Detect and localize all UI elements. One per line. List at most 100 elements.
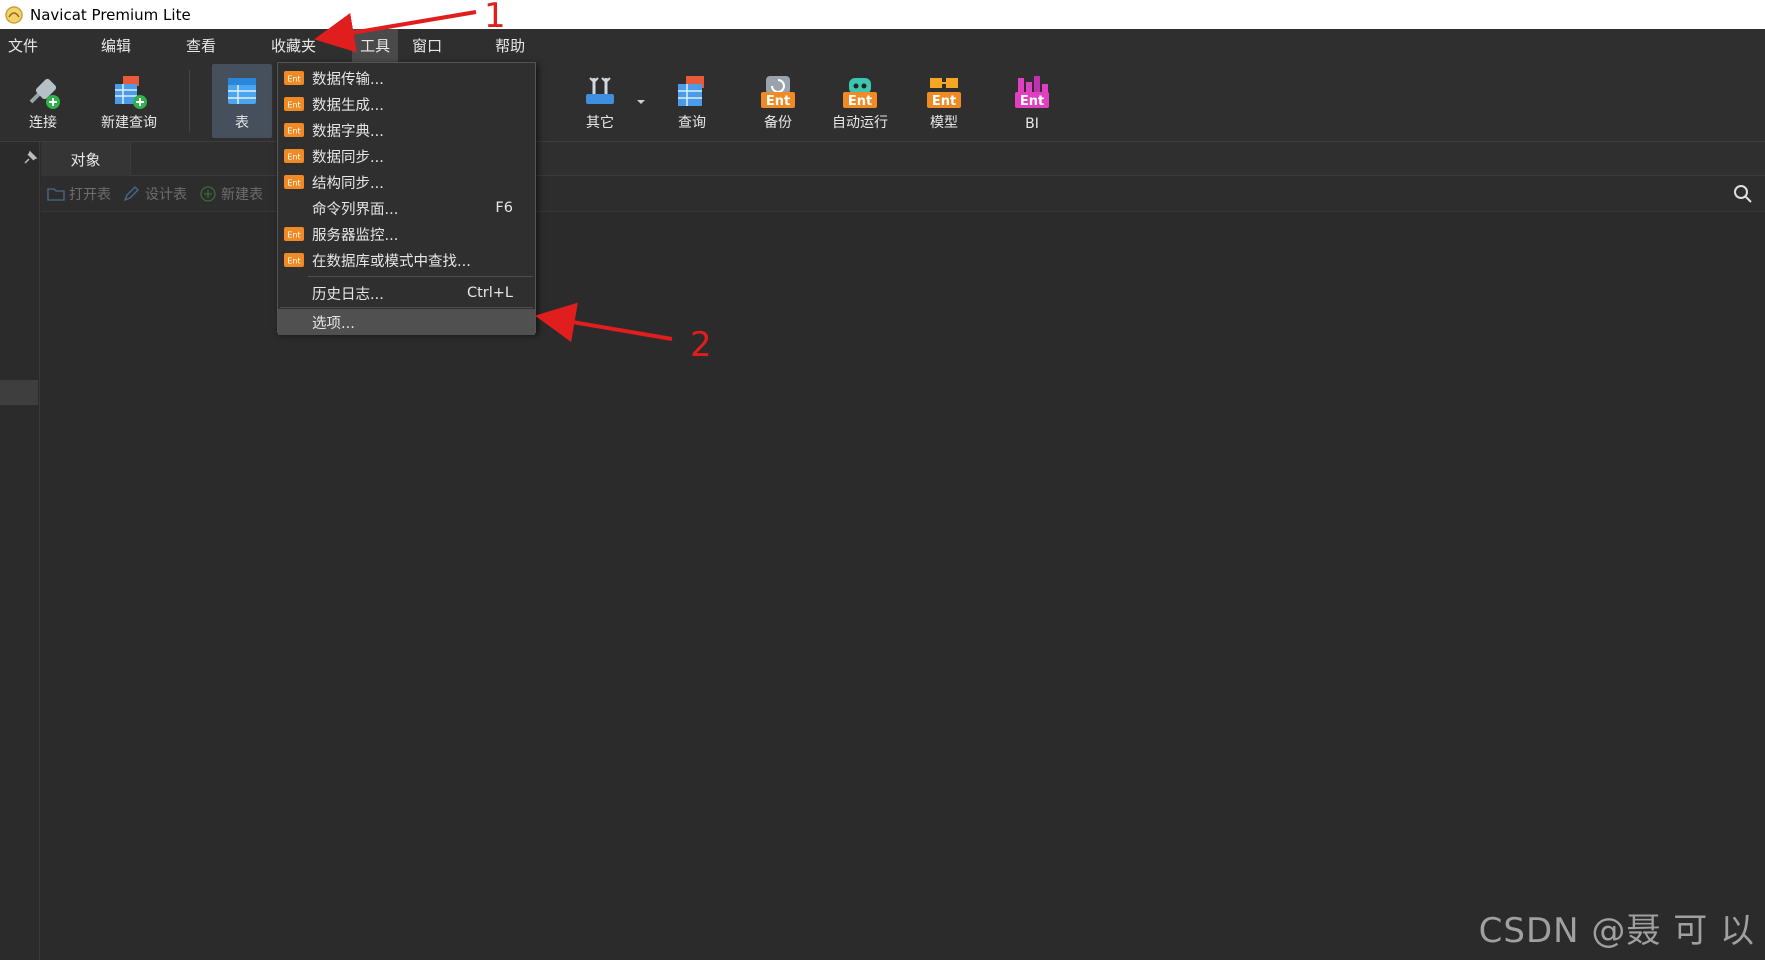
- menu-item-label: 数据传输...: [312, 71, 384, 88]
- new-table-label: 新建表: [221, 186, 263, 203]
- model-icon: Ent: [927, 78, 961, 109]
- ent-badge-icon: Ent: [284, 71, 304, 85]
- ent-badge-text: Ent: [1020, 94, 1044, 109]
- connect-label: 连接: [29, 115, 57, 131]
- annotation-step-1: 1: [484, 0, 506, 36]
- menu-tools[interactable]: 工具: [352, 29, 399, 62]
- design-table-button[interactable]: 设计表: [123, 184, 187, 204]
- ent-badge-icon: Ent: [284, 97, 304, 111]
- menu-item-data-dictionary[interactable]: Ent 数据字典...: [278, 117, 535, 143]
- menu-item-command-line[interactable]: 命令列界面... F6: [278, 195, 535, 221]
- ent-badge-text: Ent: [287, 127, 300, 136]
- design-table-label: 设计表: [145, 186, 187, 203]
- new-query-label: 新建查询: [101, 115, 157, 131]
- add-circle-icon: [200, 185, 216, 202]
- menu-item-data-sync[interactable]: Ent 数据同步...: [278, 143, 535, 169]
- other-button[interactable]: 其它: [572, 64, 628, 138]
- ent-badge-text: Ent: [848, 94, 872, 109]
- navicat-logo-icon: [5, 5, 23, 24]
- menu-item-label: 服务器监控...: [312, 227, 399, 244]
- menu-item-label: 历史日志...: [312, 286, 384, 303]
- table-label: 表: [235, 115, 249, 131]
- menu-item-structure-sync[interactable]: Ent 结构同步...: [278, 169, 535, 195]
- other-label: 其它: [586, 115, 614, 131]
- sidebar-collapsed-item[interactable]: [0, 380, 38, 405]
- table-button[interactable]: 表: [212, 64, 272, 138]
- table-icon: [228, 78, 256, 104]
- menu-item-label: 结构同步...: [312, 175, 384, 192]
- menu-item-find-in-database[interactable]: Ent 在数据库或模式中查找...: [278, 247, 535, 273]
- menu-item-shortcut: F6: [495, 200, 513, 216]
- menu-item-data-transfer[interactable]: Ent 数据传输...: [278, 65, 535, 91]
- ent-badge-icon: Ent: [284, 123, 304, 137]
- menu-favorites[interactable]: 收藏夹: [263, 29, 324, 62]
- folder-icon: [47, 187, 65, 201]
- query-button[interactable]: 查询: [666, 64, 718, 138]
- menu-item-server-monitor[interactable]: Ent 服务器监控...: [278, 221, 535, 247]
- annotation-step-2: 2: [690, 325, 712, 365]
- bi-chart-icon: Ent: [1015, 76, 1049, 109]
- menu-item-label: 命令列界面...: [312, 201, 399, 218]
- ent-badge-text: Ent: [287, 257, 300, 266]
- plug-icon: [29, 78, 60, 109]
- query-icon: [678, 76, 704, 106]
- open-table-label: 打开表: [69, 186, 111, 203]
- automation-label: 自动运行: [832, 115, 888, 131]
- window-title: Navicat Premium Lite: [30, 5, 191, 24]
- ent-badge-text: Ent: [287, 231, 300, 240]
- bi-button[interactable]: Ent BI: [1006, 64, 1058, 138]
- backup-button[interactable]: Ent 备份: [750, 64, 806, 138]
- ent-badge-icon: Ent: [284, 227, 304, 241]
- new-query-button[interactable]: 新建查询: [94, 64, 164, 138]
- ent-badge-icon: Ent: [284, 149, 304, 163]
- wrench-icon: [586, 77, 614, 104]
- menu-item-label: 数据字典...: [312, 123, 384, 140]
- tab-objects[interactable]: 对象: [41, 142, 131, 176]
- automation-button[interactable]: Ent 自动运行: [826, 64, 894, 138]
- ent-badge-text: Ent: [287, 179, 300, 188]
- menu-item-label: 数据同步...: [312, 149, 384, 166]
- open-table-button[interactable]: 打开表: [47, 184, 111, 204]
- menu-item-options[interactable]: 选项...: [278, 309, 535, 335]
- title-bar: Navicat Premium Lite: [0, 0, 1765, 29]
- bi-label: BI: [1025, 116, 1039, 132]
- ent-badge-text: Ent: [287, 101, 300, 110]
- pin-icon[interactable]: [22, 150, 38, 166]
- menu-item-history-log[interactable]: 历史日志... Ctrl+L: [278, 280, 535, 306]
- model-label: 模型: [930, 115, 958, 131]
- ent-badge-text: Ent: [932, 94, 956, 109]
- menu-item-label: 选项...: [312, 315, 355, 332]
- connect-button[interactable]: 连接: [14, 64, 72, 138]
- menu-file[interactable]: 文件: [0, 29, 46, 62]
- search-icon[interactable]: [1731, 182, 1755, 206]
- backup-icon: Ent: [761, 76, 795, 109]
- menu-bar: 文件 编辑 查看 收藏夹 工具 窗口 帮助: [0, 29, 1765, 62]
- toolbar-separator: [189, 70, 190, 132]
- menu-window[interactable]: 窗口: [404, 29, 450, 62]
- robot-icon: Ent: [843, 78, 877, 109]
- watermark: CSDN @聂 可 以: [1478, 911, 1755, 951]
- menu-edit[interactable]: 编辑: [93, 29, 139, 62]
- menu-item-label: 数据生成...: [312, 97, 384, 114]
- new-table-button[interactable]: 新建表: [199, 184, 263, 204]
- chevron-down-icon[interactable]: [636, 98, 646, 106]
- pencil-icon: [123, 185, 139, 201]
- menu-view[interactable]: 查看: [178, 29, 224, 62]
- menu-separator: [308, 276, 533, 277]
- main-toolbar: 连接 新建查询 表 其它 查询 Ent 备份 Ent 自动运行 Ent 模型 E…: [0, 62, 1765, 142]
- model-button[interactable]: Ent 模型: [918, 64, 970, 138]
- tools-dropdown-menu: Ent 数据传输... Ent 数据生成... Ent 数据字典... Ent …: [277, 62, 536, 335]
- ent-badge-text: Ent: [766, 94, 790, 109]
- left-side-strip: [0, 142, 40, 960]
- query-label: 查询: [678, 115, 706, 131]
- menu-item-shortcut: Ctrl+L: [466, 285, 513, 301]
- ent-badge-icon: Ent: [284, 175, 304, 189]
- backup-label: 备份: [764, 115, 792, 131]
- menu-item-data-generation[interactable]: Ent 数据生成...: [278, 91, 535, 117]
- ent-badge-icon: Ent: [284, 253, 304, 267]
- menu-item-label: 在数据库或模式中查找...: [312, 253, 471, 270]
- new-query-icon: [115, 76, 147, 109]
- ent-badge-text: Ent: [287, 153, 300, 162]
- menu-separator: [280, 307, 533, 308]
- ent-badge-text: Ent: [287, 75, 300, 84]
